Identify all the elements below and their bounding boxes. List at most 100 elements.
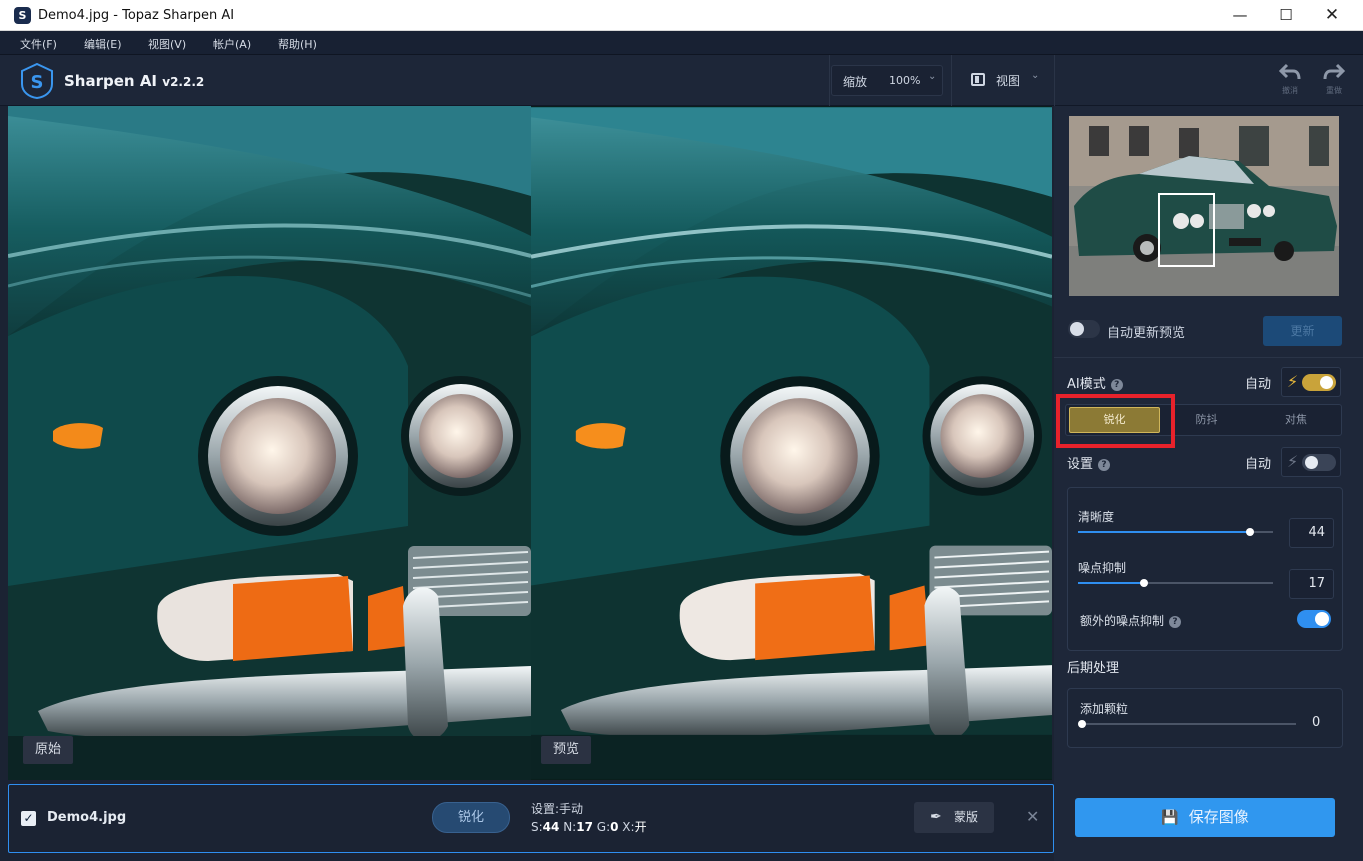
help-icon[interactable]: ? [1098,458,1111,471]
divider [1054,357,1363,358]
redo-button[interactable]: 重做 [1318,63,1350,99]
zoom-dropdown[interactable]: 缩放 100% ⌄ [831,65,943,96]
app-header: S Sharpen AI v2.2.2 缩放 100% ⌄ 视图 ⌄ 撤消 重做 [0,55,1363,106]
undo-button[interactable]: 撤消 [1274,63,1306,99]
car-photo-preview [531,107,1052,779]
mode-badge-button[interactable]: 锐化 [432,802,510,833]
split-view-icon [971,73,985,86]
redo-label: 重做 [1326,86,1342,95]
mask-label: 蒙版 [954,810,979,824]
ai-mode-text: AI模式 [1067,377,1106,392]
original-image[interactable] [8,106,531,780]
zoom-value: 100% [889,74,921,87]
stat-value: 17 [576,820,593,834]
post-processing-label: 后期处理 [1067,661,1120,676]
settings-panel: 自动更新预览 更新 AI模式? 自动 ⚡ 锐化 防抖 对焦 设置? 自动 ⚡ 清… [1054,106,1363,780]
sharpen-logo-icon: S [21,63,53,99]
menu-bar: 文件(F) 编辑(E) 视图(V) 帐户(A) 帮助(H) [0,31,1363,55]
mode-focus-button[interactable]: 对焦 [1252,407,1340,433]
highlight-box [1056,394,1175,448]
preview-label: 预览 [541,736,592,764]
lightning-icon: ⚡ [1287,452,1299,471]
menu-account[interactable]: 帐户(A) [213,36,251,52]
grain-knob[interactable] [1078,720,1086,728]
image-viewer[interactable]: 原始 预览 [8,106,1052,780]
menu-help[interactable]: 帮助(H) [278,36,317,52]
grain-value[interactable]: 0 [1312,715,1320,730]
preview-image[interactable] [531,106,1052,780]
divider [1054,55,1055,106]
noise-value-input[interactable]: 17 [1289,569,1334,599]
remove-file-icon[interactable]: ✕ [1026,807,1039,826]
car-photo-original [8,106,531,780]
help-icon[interactable]: ? [1169,615,1182,628]
auto-update-label: 自动更新预览 [1107,326,1186,341]
stat-key: X: [622,820,635,834]
settings-summary: 设置:手动 [531,802,584,816]
title-bar: S Demo4.jpg - Topaz Sharpen AI — ☐ ✕ [0,0,1363,31]
minimize-button[interactable]: — [1217,0,1263,31]
file-checkbox[interactable]: ✓ [21,811,36,826]
chevron-down-icon: ⌄ [1031,70,1040,81]
extra-noise-label: 额外的噪点抑制? [1080,612,1182,629]
window-title: Demo4.jpg - Topaz Sharpen AI [38,8,235,23]
grain-track [1080,723,1296,725]
extra-noise-toggle[interactable] [1297,610,1331,628]
save-image-button[interactable]: 💾 保存图像 [1075,798,1335,837]
menu-file[interactable]: 文件(F) [20,36,57,52]
ai-mode-auto-label: 自动 [1245,377,1272,392]
undo-icon [1278,63,1301,80]
zoom-label: 缩放 [843,75,868,89]
clarity-label: 清晰度 [1078,510,1115,524]
thumbnail-photo [1069,116,1339,296]
file-name: Demo4.jpg [47,810,127,825]
mask-button[interactable]: ✒ 蒙版 [914,802,994,833]
settings-auto-switch[interactable]: ⚡ [1281,447,1341,477]
app-logo-icon: S [14,7,31,24]
grain-label: 添加颗粒 [1080,702,1129,716]
settings-auto-toggle[interactable] [1302,454,1336,471]
ai-mode-auto-toggle[interactable] [1302,374,1336,391]
navigator-thumbnail[interactable] [1069,116,1339,296]
close-button[interactable]: ✕ [1309,0,1355,31]
stat-value: 开 [634,820,647,834]
settings-label: 设置? [1067,453,1111,472]
app-name-text: Sharpen AI [64,72,158,90]
settings-card: 清晰度 44 噪点抑制 17 额外的噪点抑制? [1067,487,1343,651]
save-disk-icon: 💾 [1161,810,1179,826]
chevron-down-icon: ⌄ [928,71,937,82]
clarity-value-input[interactable]: 44 [1289,518,1334,548]
stat-value: 0 [610,820,619,834]
stat-value: 44 [542,820,560,834]
app-name: Sharpen AI v2.2.2 [64,72,204,90]
stat-key: G: [596,820,611,834]
menu-view[interactable]: 视图(V) [148,36,186,52]
settings-text: 设置 [1067,457,1094,472]
clarity-knob[interactable] [1246,528,1254,536]
help-icon[interactable]: ? [1110,378,1123,391]
maximize-button[interactable]: ☐ [1263,0,1309,31]
redo-icon [1323,63,1346,80]
view-dropdown[interactable]: 视图 ⌄ [961,65,1047,96]
save-area: 💾 保存图像 [1054,780,1363,861]
view-label: 视图 [996,74,1021,88]
clarity-fill [1078,531,1250,533]
divider [951,55,952,106]
auto-update-toggle[interactable] [1068,320,1100,338]
svg-text:S: S [31,72,44,93]
ai-mode-auto-switch[interactable]: ⚡ [1281,367,1341,397]
stat-key: S: [531,820,543,834]
update-button[interactable]: 更新 [1263,316,1342,346]
original-label: 原始 [23,736,74,764]
post-processing-card: 添加颗粒 0 [1067,688,1343,748]
menu-edit[interactable]: 编辑(E) [84,36,122,52]
undo-label: 撤消 [1282,86,1298,95]
settings-stats: S:44 N:17 G:0 X:开 [531,818,647,835]
extra-noise-text: 额外的噪点抑制 [1080,614,1165,628]
brush-icon: ✒ [930,809,942,825]
noise-label: 噪点抑制 [1078,561,1127,575]
lightning-icon: ⚡ [1287,372,1299,391]
stat-key: N: [563,820,577,834]
divider [829,55,830,106]
noise-knob[interactable] [1140,579,1148,587]
